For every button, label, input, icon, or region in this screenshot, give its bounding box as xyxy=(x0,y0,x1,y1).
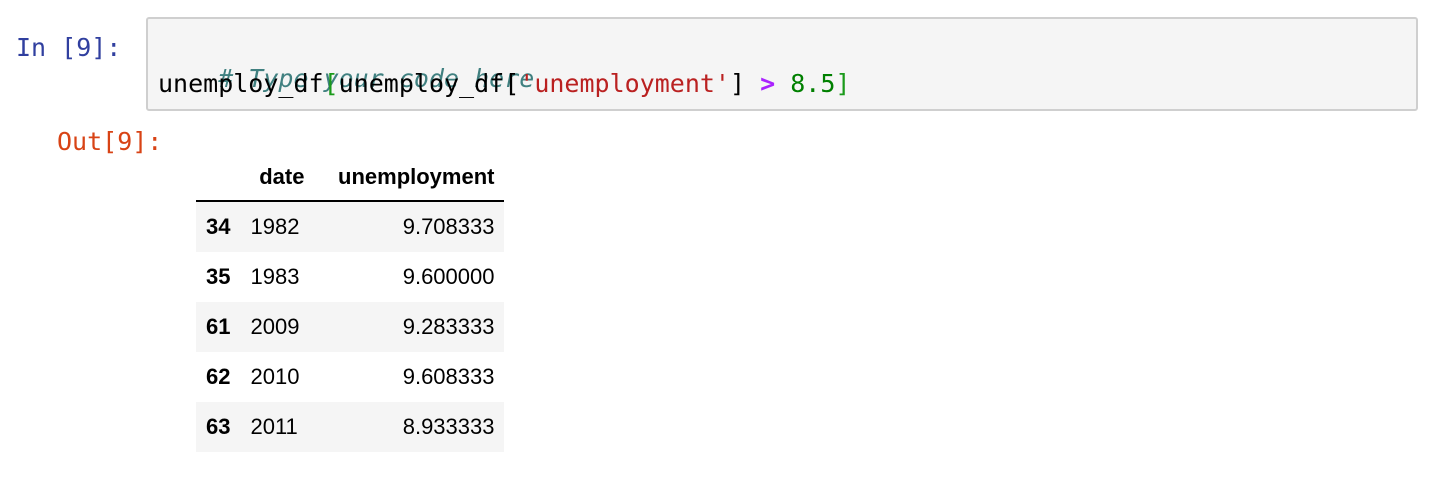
code-token-string: 'unemployment' xyxy=(519,69,730,98)
cell-date: 1982 xyxy=(250,214,300,239)
code-token-variable-index: unemploy_df[ xyxy=(338,69,520,98)
cell-date: 2010 xyxy=(250,364,300,389)
code-token-number: 8.5 xyxy=(790,69,836,98)
code-token-operator: > xyxy=(760,69,776,98)
table-row: 34 1982 9.708333 xyxy=(196,201,505,252)
cell-date: 2011 xyxy=(250,414,298,439)
cell-date: 2009 xyxy=(250,314,300,339)
code-token-final-bracket: ] xyxy=(835,69,851,98)
table-row: 61 2009 9.283333 xyxy=(196,302,505,352)
cell-date: 1983 xyxy=(250,264,300,289)
code-token-close-bracket: ] xyxy=(729,69,761,98)
cell-unemployment: 9.600000 xyxy=(402,264,495,289)
cell-unemployment: 9.283333 xyxy=(402,314,495,339)
table-row: 62 2010 9.608333 xyxy=(196,352,504,402)
code-token-variable: unemploy_df xyxy=(158,69,324,98)
code-line-2: unemploy_df[unemploy_df['unemployment'] … xyxy=(158,69,850,98)
row-index: 62 xyxy=(206,364,231,389)
cell-unemployment: 8.933333 xyxy=(402,414,495,439)
cell-unemployment: 9.608333 xyxy=(402,364,495,389)
column-header-date: date xyxy=(240,154,315,202)
column-header-unemployment: unemployment xyxy=(314,154,505,202)
input-prompt: In [9]: xyxy=(16,33,122,62)
output-prompt: Out[9]: xyxy=(57,127,163,156)
table-header-row: date unemployment xyxy=(196,154,505,202)
code-cell-editor[interactable]: # Type your code here unemploy_df[unempl… xyxy=(146,17,1418,111)
cell-unemployment: 9.708333 xyxy=(402,214,495,239)
row-index: 34 xyxy=(206,214,231,239)
dataframe-output-table: date unemployment 34 1982 9.708333 35 19… xyxy=(196,154,505,452)
table-row: 63 2011 8.933333 xyxy=(196,402,505,452)
table-row: 35 1983 9.600000 xyxy=(196,252,504,302)
row-index: 61 xyxy=(206,314,231,339)
index-header xyxy=(196,154,241,202)
code-token-open-bracket: [ xyxy=(323,69,339,98)
row-index: 63 xyxy=(206,414,231,439)
row-index: 35 xyxy=(206,264,231,289)
